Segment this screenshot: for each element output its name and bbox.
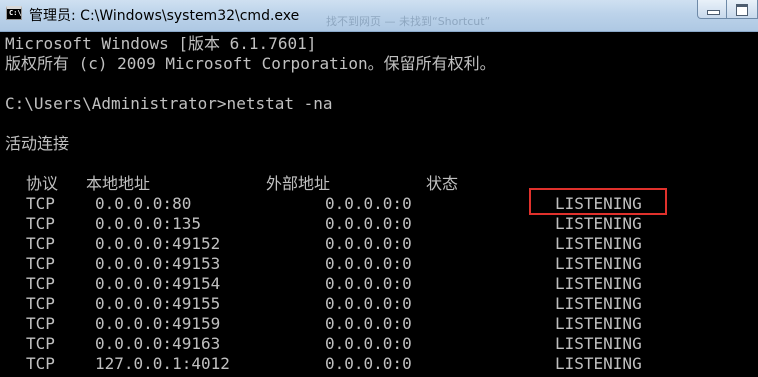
row-state: LISTENING: [555, 214, 642, 233]
row-local: 0.0.0.0:80: [95, 194, 192, 213]
row-foreign: 0.0.0.0:0: [325, 194, 412, 213]
header-local: 本地地址: [86, 174, 151, 193]
row-local: 0.0.0.0:135: [95, 214, 201, 233]
row-local: 0.0.0.0:49152: [95, 234, 221, 253]
row-state: LISTENING: [555, 254, 642, 273]
row-proto: TCP: [26, 214, 55, 233]
background-title-fragment: 找不到网页 — 未找到“Shortcut”: [326, 15, 491, 28]
row-local: 127.0.0.1:4012: [95, 354, 230, 373]
maximize-button[interactable]: [727, 0, 758, 19]
row-local: 0.0.0.0:49154: [95, 274, 221, 293]
row-foreign: 0.0.0.0:0: [325, 334, 412, 353]
cmd-icon[interactable]: C:\: [6, 6, 22, 20]
copyright-line: 版权所有 (c) 2009 Microsoft Corporation。保留所有…: [5, 54, 496, 73]
row-proto: TCP: [26, 294, 55, 313]
row-foreign: 0.0.0.0:0: [325, 214, 412, 233]
listening-highlight-box: [529, 188, 667, 215]
row-local: 0.0.0.0:49159: [95, 314, 221, 333]
row-foreign: 0.0.0.0:0: [325, 254, 412, 273]
row-local: 0.0.0.0:49153: [95, 254, 221, 273]
row-proto: TCP: [26, 334, 55, 353]
row-state: LISTENING: [555, 294, 642, 313]
command-line: C:\Users\Administrator>netstat -na: [5, 94, 333, 113]
minimize-button[interactable]: [697, 0, 727, 19]
row-proto: TCP: [26, 194, 55, 213]
row-proto: TCP: [26, 314, 55, 333]
section-heading: 活动连接: [5, 134, 70, 153]
row-state: LISTENING: [555, 314, 642, 333]
console-output[interactable]: Microsoft Windows [版本 6.1.7601] 版权所有 (c)…: [0, 32, 758, 377]
row-proto: TCP: [26, 354, 55, 373]
window-title: 管理员: C:\Windows\system32\cmd.exe: [29, 8, 300, 24]
header-state: 状态: [426, 174, 459, 193]
row-foreign: 0.0.0.0:0: [325, 234, 412, 253]
cmd-window: C:\ 管理员: C:\Windows\system32\cmd.exe 找不到…: [0, 0, 758, 377]
row-local: 0.0.0.0:49163: [95, 334, 221, 353]
header-proto: 协议: [26, 174, 59, 193]
version-line: Microsoft Windows [版本 6.1.7601]: [5, 34, 317, 53]
row-foreign: 0.0.0.0:0: [325, 354, 412, 373]
row-local: 0.0.0.0:49155: [95, 294, 221, 313]
row-foreign: 0.0.0.0:0: [325, 314, 412, 333]
row-proto: TCP: [26, 274, 55, 293]
title-bar[interactable]: C:\ 管理员: C:\Windows\system32\cmd.exe 找不到…: [0, 0, 758, 32]
header-foreign: 外部地址: [266, 174, 331, 193]
row-proto: TCP: [26, 234, 55, 253]
row-proto: TCP: [26, 254, 55, 273]
row-foreign: 0.0.0.0:0: [325, 294, 412, 313]
row-foreign: 0.0.0.0:0: [325, 274, 412, 293]
row-state: LISTENING: [555, 334, 642, 353]
row-state: LISTENING: [555, 354, 642, 373]
row-state: LISTENING: [555, 274, 642, 293]
row-state: LISTENING: [555, 234, 642, 253]
